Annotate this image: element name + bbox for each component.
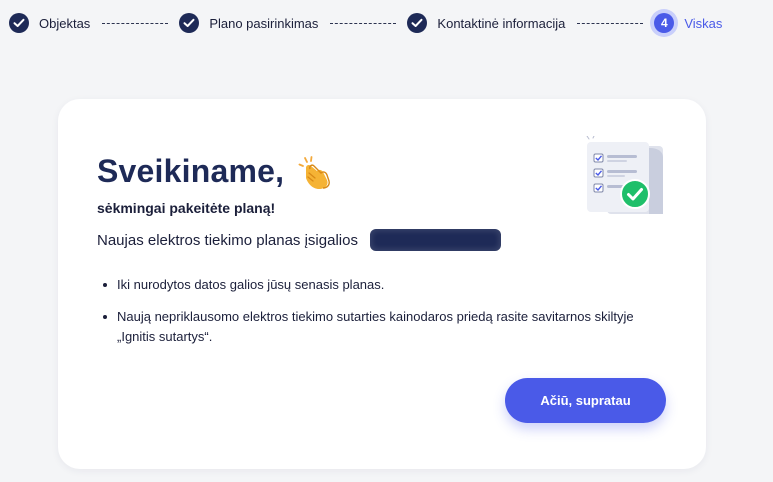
effective-date-value-redacted [369, 229, 501, 251]
check-icon [179, 13, 200, 33]
clapping-hands-icon [298, 155, 331, 189]
step-divider [102, 22, 169, 24]
step-label: Objektas [39, 15, 91, 31]
step-objektas: Objektas [9, 13, 90, 33]
document-checklist-icon [586, 136, 663, 214]
page-title: Sveikiname, [97, 153, 285, 189]
check-icon [407, 13, 428, 33]
check-icon [9, 13, 29, 33]
success-subtitle: sėkmingai pakeitėte planą! [97, 200, 276, 216]
effective-date-row: Naujas elektros tiekimo planas įsigalios [97, 229, 501, 251]
step-label-active: Viskas [684, 15, 723, 31]
step-number-badge: 4 [654, 13, 675, 33]
step-label: Plano pasirinkimas [209, 15, 319, 31]
step-kontaktine-informacija: Kontaktinė informacija [407, 13, 565, 33]
info-list: Iki nurodytos datos galios jūsų senasis … [97, 275, 657, 359]
effective-date-label: Naujas elektros tiekimo planas įsigalios [97, 231, 358, 249]
list-item: Iki nurodytos datos galios jūsų senasis … [97, 275, 657, 295]
progress-stepper: Objektas Plano pasirinkimas Kontaktinė i… [9, 10, 722, 36]
confirm-button[interactable]: Ačiū, supratau [505, 378, 666, 423]
step-divider [577, 22, 644, 24]
title-row: Sveikiname, [97, 153, 332, 190]
step-viskas: 4 Viskas [654, 13, 722, 33]
step-plano-pasirinkimas: Plano pasirinkimas [179, 13, 318, 33]
success-card: Sveikiname, sėkmingai pakeitėte planą! N… [58, 99, 706, 469]
list-item: Naują nepriklausomo elektros tiekimo sut… [97, 307, 657, 347]
step-label: Kontaktinė informacija [437, 15, 566, 31]
step-divider [330, 22, 397, 24]
